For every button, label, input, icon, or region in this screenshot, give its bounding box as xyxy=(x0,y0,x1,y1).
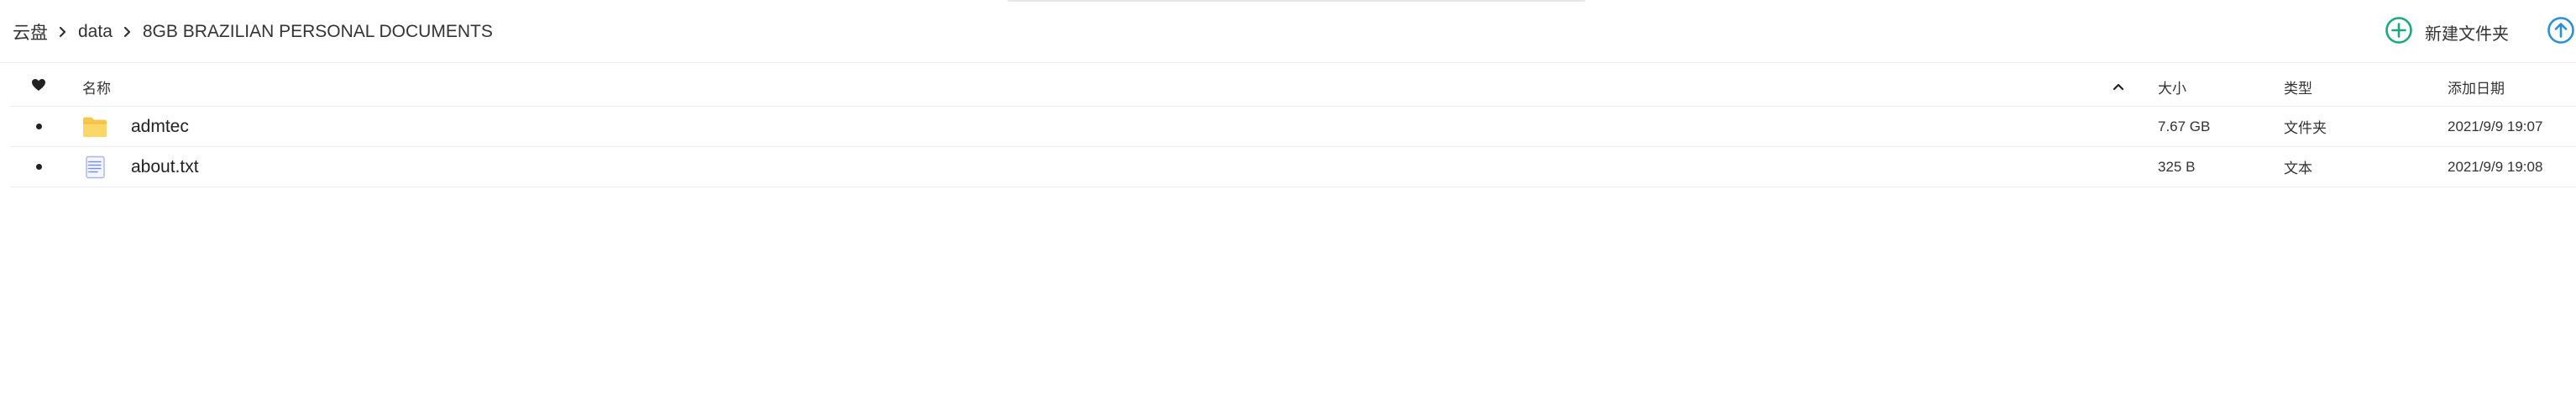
size-column-header[interactable]: 大小 xyxy=(2158,67,2186,106)
sort-ascending-icon[interactable] xyxy=(2113,67,2129,106)
new-folder-label: 新建文件夹 xyxy=(2425,24,2509,44)
file-size: 325 B xyxy=(2158,158,2196,175)
file-type: 文件夹 xyxy=(2284,120,2327,136)
chevron-right-icon xyxy=(113,24,143,40)
breadcrumb-item-data[interactable]: data xyxy=(78,22,113,42)
file-table: 名称 大小 类型 添加日期 admtec 7.67 GB 文件夹 2021/9/… xyxy=(10,67,2576,187)
file-name[interactable]: about.txt xyxy=(131,147,199,187)
table-row[interactable]: about.txt 325 B 文本 2021/9/9 19:08 xyxy=(10,147,2576,187)
name-column-header[interactable]: 名称 xyxy=(82,67,111,106)
upload-button[interactable] xyxy=(2544,16,2576,49)
heart-icon xyxy=(31,78,46,96)
favorite-dot-icon[interactable] xyxy=(29,107,49,146)
type-column-header[interactable]: 类型 xyxy=(2284,67,2312,106)
table-header: 名称 大小 类型 添加日期 xyxy=(10,67,2576,107)
file-size: 7.67 GB xyxy=(2158,118,2211,134)
file-date: 2021/9/9 19:08 xyxy=(2448,158,2543,175)
folder-icon xyxy=(82,107,116,146)
file-name[interactable]: admtec xyxy=(131,107,189,146)
table-row[interactable]: admtec 7.67 GB 文件夹 2021/9/9 19:07 xyxy=(10,107,2576,147)
breadcrumb: 云盘 data 8GB BRAZILIAN PERSONAL DOCUMENTS xyxy=(13,18,493,45)
breadcrumb-item-root[interactable]: 云盘 xyxy=(13,19,48,45)
date-column-header[interactable]: 添加日期 xyxy=(2448,67,2505,106)
upload-arrow-icon xyxy=(2544,16,2576,49)
plus-circle-icon xyxy=(2385,16,2413,49)
chevron-right-icon xyxy=(48,24,78,40)
file-date: 2021/9/9 19:07 xyxy=(2448,118,2543,134)
text-file-icon xyxy=(82,147,116,187)
header-bar: 云盘 data 8GB BRAZILIAN PERSONAL DOCUMENTS… xyxy=(0,0,2576,63)
header-actions: 新建文件夹 xyxy=(2385,16,2576,49)
new-folder-button[interactable]: 新建文件夹 xyxy=(2385,16,2509,49)
file-type: 文本 xyxy=(2284,161,2312,176)
favorite-dot-icon[interactable] xyxy=(29,147,49,187)
favorite-column-header[interactable] xyxy=(29,67,49,106)
breadcrumb-item-current[interactable]: 8GB BRAZILIAN PERSONAL DOCUMENTS xyxy=(143,22,493,42)
